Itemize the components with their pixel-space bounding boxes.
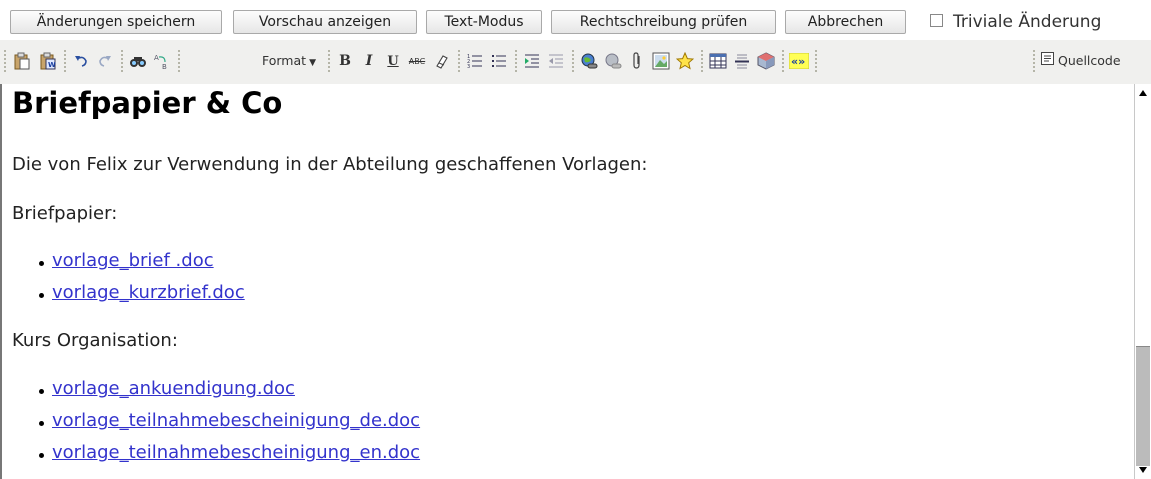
preview-button[interactable]: Vorschau anzeigen [233,10,417,34]
toolbar-separator [782,50,784,72]
cancel-button[interactable]: Abbrechen [785,10,906,34]
ordered-list-icon[interactable]: 123 [464,48,486,74]
paste-icon[interactable] [11,48,33,74]
spellcheck-button[interactable]: Rechtschreibung prüfen [551,10,776,34]
unordered-list-icon[interactable] [488,48,510,74]
svg-text:W: W [48,61,56,69]
text-mode-button[interactable]: Text-Modus [426,10,542,34]
link-vorlage-brief[interactable]: vorlage_brief .doc [52,250,214,271]
list-item: vorlage_ankuendigung.doc [39,378,295,399]
toolbar-separator [701,50,703,72]
plugin-icon[interactable] [755,48,777,74]
bold-icon[interactable]: B [334,48,356,74]
link-icon[interactable] [578,48,600,74]
table-icon[interactable] [707,48,729,74]
bullet [39,389,44,394]
chevron-down-icon: ▼ [309,58,316,68]
bullet [39,261,44,266]
strikethrough-icon[interactable]: ABC [406,48,428,74]
scrollbar-thumb[interactable] [1136,346,1150,466]
toolbar-separator [121,50,123,72]
attachment-icon[interactable] [626,48,648,74]
svg-text:A: A [154,54,159,62]
scroll-down-icon[interactable] [1136,463,1150,477]
paste-word-icon[interactable]: W [37,48,59,74]
link-teilnahmebescheinigung-en[interactable]: vorlage_teilnahmebescheinigung_en.doc [52,442,420,463]
bullet [39,421,44,426]
link-vorlage-ankuendigung[interactable]: vorlage_ankuendigung.doc [52,378,295,399]
macro-icon[interactable]: «» [788,48,810,74]
toolbar-separator [64,50,66,72]
link-teilnahmebescheinigung-de[interactable]: vorlage_teilnahmebescheinigung_de.doc [52,410,420,431]
list-item: vorlage_kurzbrief.doc [39,282,245,303]
editor-toolbar: W AB Format ▼ B I U ABC 123 «» Quellcode [0,40,1151,85]
intro-paragraph: Die von Felix zur Verwendung in der Abte… [12,154,648,175]
svg-text:3: 3 [467,64,470,69]
svg-text:B: B [162,63,167,70]
save-button[interactable]: Änderungen speichern [10,10,222,34]
horizontal-rule-icon[interactable] [731,48,753,74]
source-code-button[interactable]: Quellcode [1041,50,1149,72]
toolbar-separator [178,50,180,72]
undo-icon[interactable] [70,48,92,74]
toolbar-separator [458,50,460,72]
find-icon[interactable] [127,48,149,74]
replace-icon[interactable]: AB [151,48,173,74]
toolbar-separator [815,50,817,72]
format-dropdown[interactable]: Format ▼ [262,51,322,71]
underline-icon[interactable]: U [382,48,404,74]
toolbar-separator [572,50,574,72]
toolbar-separator [1033,50,1035,72]
action-bar: Änderungen speichern Vorschau anzeigen T… [0,0,1151,40]
format-label: Format [262,53,307,68]
bullet [39,453,44,458]
italic-icon[interactable]: I [358,48,380,74]
section-title-kurs-organisation: Kurs Organisation: [12,330,178,351]
list-item: vorlage_teilnahmebescheinigung_en.doc [39,442,420,463]
outdent-icon[interactable] [545,48,567,74]
page-heading: Briefpapier & Co [12,86,283,120]
toolbar-separator [515,50,517,72]
source-label: Quellcode [1058,53,1121,68]
link-vorlage-kurzbrief[interactable]: vorlage_kurzbrief.doc [52,282,245,303]
source-icon [1041,50,1054,72]
list-item: vorlage_brief .doc [39,250,214,271]
redo-icon[interactable] [94,48,116,74]
star-icon[interactable] [674,48,696,74]
bullet [39,293,44,298]
toolbar-grip [4,50,6,72]
list-item: vorlage_teilnahmebescheinigung_de.doc [39,410,420,431]
toolbar-separator [328,50,330,72]
indent-icon[interactable] [521,48,543,74]
trivial-change-checkbox[interactable]: Triviale Änderung [930,8,1101,36]
unlink-icon[interactable] [602,48,624,74]
section-title-briefpapier: Briefpapier: [12,203,118,224]
remove-format-icon[interactable] [430,48,452,74]
scroll-up-icon[interactable] [1136,86,1150,100]
checkbox-icon[interactable] [930,14,943,27]
editor-content[interactable]: Briefpapier & Co Die von Felix zur Verwe… [0,84,1134,479]
content-scrollbar[interactable] [1134,84,1151,479]
trivial-change-label: Triviale Änderung [953,12,1102,32]
image-icon[interactable] [650,48,672,74]
svg-text:«»: «» [791,55,805,68]
